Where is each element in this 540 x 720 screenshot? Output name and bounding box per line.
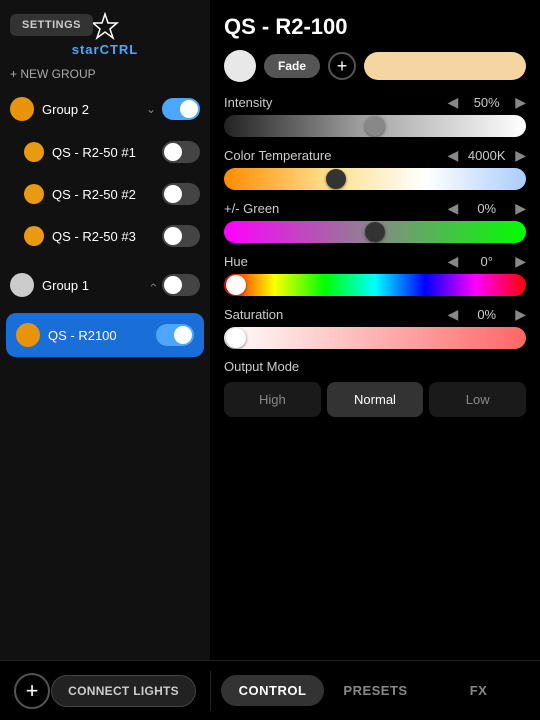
output-low-button[interactable]: Low bbox=[429, 382, 526, 417]
group-item-group2[interactable]: Group 2 ⌄ bbox=[0, 87, 210, 131]
intensity-slider[interactable] bbox=[224, 115, 526, 137]
hue-decrease[interactable]: ◀ bbox=[447, 253, 458, 270]
saturation-slider[interactable] bbox=[224, 327, 526, 349]
color-temp-value: 4000K bbox=[464, 148, 509, 163]
color-temp-slider[interactable] bbox=[224, 168, 526, 190]
list-item-qs-r250-2[interactable]: QS - R2-50 #2 bbox=[0, 173, 210, 215]
saturation-section: Saturation ◀ 0% ▶ bbox=[224, 306, 526, 349]
qs-r250-1-dot bbox=[24, 142, 44, 162]
green-section: +/- Green ◀ 0% ▶ bbox=[224, 200, 526, 243]
group1-chevron-icon: ‹ bbox=[147, 283, 161, 287]
qs-r250-2-dot bbox=[24, 184, 44, 204]
group2-color-dot bbox=[10, 97, 34, 121]
qs-r250-1-name: QS - R2-50 #1 bbox=[52, 145, 162, 160]
qs-r2100-name: QS - R2100 bbox=[48, 328, 156, 343]
saturation-increase[interactable]: ▶ bbox=[515, 306, 526, 323]
output-high-button[interactable]: High bbox=[224, 382, 321, 417]
settings-button[interactable]: SETTINGS bbox=[10, 14, 93, 36]
add-color-button[interactable]: + bbox=[328, 52, 356, 80]
qs-r250-2-toggle[interactable] bbox=[162, 183, 200, 205]
group2-toggle[interactable] bbox=[162, 98, 200, 120]
green-increase[interactable]: ▶ bbox=[515, 200, 526, 217]
logo-prefix: star bbox=[72, 42, 100, 57]
green-decrease[interactable]: ◀ bbox=[447, 200, 458, 217]
connect-lights-button[interactable]: CONNECT LIGHTS bbox=[51, 675, 196, 707]
color-circle[interactable] bbox=[224, 50, 256, 82]
saturation-decrease[interactable]: ◀ bbox=[447, 306, 458, 323]
color-temp-increase[interactable]: ▶ bbox=[515, 147, 526, 164]
green-label: +/- Green bbox=[224, 201, 279, 216]
green-slider[interactable] bbox=[224, 221, 526, 243]
hue-thumb[interactable] bbox=[226, 275, 246, 295]
saturation-label: Saturation bbox=[224, 307, 283, 322]
color-temp-decrease[interactable]: ◀ bbox=[447, 147, 458, 164]
add-device-button[interactable]: + bbox=[14, 673, 50, 709]
output-mode-label: Output Mode bbox=[224, 359, 526, 374]
logo-suffix: CTRL bbox=[100, 42, 139, 57]
star-logo-icon bbox=[90, 12, 120, 42]
tab-presets[interactable]: PRESETS bbox=[324, 675, 427, 706]
group2-chevron-icon: ⌄ bbox=[146, 102, 156, 116]
color-row: Fade + bbox=[224, 50, 526, 82]
intensity-section: Intensity ◀ 50% ▶ bbox=[224, 94, 526, 137]
output-mode-section: Output Mode High Normal Low bbox=[224, 359, 526, 417]
group-list: Group 2 ⌄ QS - R2-50 #1 QS - R2-50 #2 QS… bbox=[0, 87, 210, 660]
bottom-bar: + CONNECT LIGHTS CONTROL PRESETS FX bbox=[0, 660, 540, 720]
qs-r250-2-name: QS - R2-50 #2 bbox=[52, 187, 162, 202]
qs-r2100-toggle[interactable] bbox=[156, 324, 194, 346]
saturation-value: 0% bbox=[464, 307, 509, 322]
qs-r250-3-name: QS - R2-50 #3 bbox=[52, 229, 162, 244]
saturation-thumb[interactable] bbox=[226, 328, 246, 348]
group1-name: Group 1 bbox=[42, 278, 152, 293]
new-group-button[interactable]: + NEW GROUP bbox=[0, 61, 210, 87]
bottom-tabs: CONTROL PRESETS FX bbox=[211, 675, 540, 706]
list-item-qs-r250-1[interactable]: QS - R2-50 #1 bbox=[0, 131, 210, 173]
group1-toggle[interactable] bbox=[162, 274, 200, 296]
intensity-decrease[interactable]: ◀ bbox=[447, 94, 458, 111]
hue-value: 0° bbox=[464, 254, 509, 269]
group1-color-dot bbox=[10, 273, 34, 297]
color-preview bbox=[364, 52, 526, 80]
group2-name: Group 2 bbox=[42, 102, 146, 117]
fade-button[interactable]: Fade bbox=[264, 54, 320, 78]
tab-fx[interactable]: FX bbox=[427, 675, 530, 706]
color-temp-thumb[interactable] bbox=[326, 169, 346, 189]
output-normal-button[interactable]: Normal bbox=[327, 382, 424, 417]
list-item-qs-r250-3[interactable]: QS - R2-50 #3 bbox=[0, 215, 210, 257]
intensity-label: Intensity bbox=[224, 95, 272, 110]
intensity-increase[interactable]: ▶ bbox=[515, 94, 526, 111]
hue-slider[interactable] bbox=[224, 274, 526, 296]
hue-increase[interactable]: ▶ bbox=[515, 253, 526, 270]
group-item-group1[interactable]: Group 1 ‹ bbox=[0, 263, 210, 307]
left-panel: SETTINGS starCTRL + NEW GROUP Group 2 ⌄ … bbox=[0, 0, 210, 660]
hue-section: Hue ◀ 0° ▶ bbox=[224, 253, 526, 296]
right-panel: QS - R2-100 Fade + Intensity ◀ 50% ▶ Col… bbox=[210, 0, 540, 660]
color-temp-label: Color Temperature bbox=[224, 148, 331, 163]
intensity-value: 50% bbox=[464, 95, 509, 110]
device-title: QS - R2-100 bbox=[224, 14, 526, 40]
hue-label: Hue bbox=[224, 254, 248, 269]
qs-r250-3-toggle[interactable] bbox=[162, 225, 200, 247]
color-temp-section: Color Temperature ◀ 4000K ▶ bbox=[224, 147, 526, 190]
tab-control[interactable]: CONTROL bbox=[221, 675, 324, 706]
green-value: 0% bbox=[464, 201, 509, 216]
output-mode-buttons: High Normal Low bbox=[224, 382, 526, 417]
logo-text: starCTRL bbox=[72, 42, 139, 57]
bottom-left: + CONNECT LIGHTS bbox=[0, 673, 210, 709]
qs-r250-1-toggle[interactable] bbox=[162, 141, 200, 163]
qs-r250-3-dot bbox=[24, 226, 44, 246]
intensity-thumb[interactable] bbox=[365, 116, 385, 136]
qs-r2100-dot bbox=[16, 323, 40, 347]
green-thumb[interactable] bbox=[365, 222, 385, 242]
group-item-qs-r2100[interactable]: QS - R2100 bbox=[6, 313, 204, 357]
